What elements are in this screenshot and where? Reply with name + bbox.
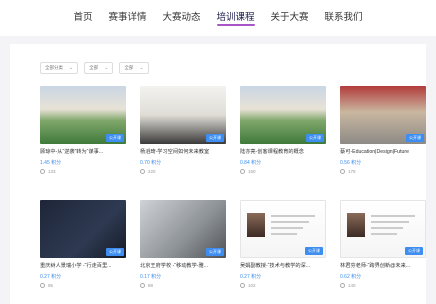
- course-card[interactable]: 公开课陆亦亮-创客课程教育的概念 0.84 积分 150: [240, 86, 326, 186]
- view-count: 140: [348, 283, 356, 288]
- course-title[interactable]: 蔡可-Education|Design|Future: [340, 148, 426, 155]
- course-meta: 178: [340, 169, 426, 174]
- course-card[interactable]: 公开课吴娟副教授-“技术与教学的深... 0.27 积分 102: [240, 200, 326, 300]
- filter-bar: 全部分类 ⌄ 全部 ⌄ 全部 ⌄: [40, 62, 149, 74]
- view-count-icon: [40, 283, 45, 288]
- classroom-photo-thumbnail[interactable]: 公开课: [40, 86, 126, 144]
- tech-photo-thumbnail[interactable]: 公开课: [140, 200, 226, 258]
- course-price: 0.70 积分: [140, 160, 162, 166]
- view-count-icon: [240, 283, 245, 288]
- view-count: 102: [248, 283, 256, 288]
- course-title[interactable]: 杨滔琦-学习空间如何未来教室: [140, 148, 226, 155]
- view-count: 95: [48, 283, 54, 288]
- course-card[interactable]: 公开课北京王府学校 -“移动教学-雅... 0.17 积分 88: [140, 200, 226, 300]
- course-card[interactable]: 公开课杨滔琦-学习空间如何未来教室 0.70 积分 220: [140, 86, 226, 186]
- portrait-icon: [347, 213, 365, 237]
- course-title[interactable]: 北京王府学校 -“移动教学-雅...: [140, 262, 226, 269]
- open-class-badge: 公开课: [406, 134, 424, 142]
- course-meta: 133: [40, 169, 126, 174]
- text-line-icon: [271, 215, 315, 217]
- portrait-card-thumbnail[interactable]: 公开课: [340, 200, 426, 258]
- portrait-icon: [247, 213, 265, 237]
- course-panel: 全部分类 ⌄ 全部 ⌄ 全部 ⌄ 公开课 顾琼中-从“逆袭”转为“谋事... 1.45 积分 1…: [10, 44, 426, 304]
- view-count: 150: [248, 169, 256, 174]
- nav-item-2[interactable]: 大赛动态: [154, 0, 208, 36]
- course-price: 0.84 积分: [240, 160, 262, 166]
- view-count-icon: [140, 169, 145, 174]
- course-title[interactable]: 吴娟副教授-“技术与教学的深...: [240, 262, 326, 269]
- nav-item-5[interactable]: 联系我们: [317, 0, 371, 36]
- course-title[interactable]: 林君芬老师-“跨界创新@未来...: [340, 262, 426, 269]
- course-card[interactable]: 公开课重庆树人景瑞小学 -“行走百里... 0.27 积分 95: [40, 200, 126, 300]
- text-line-icon: [271, 221, 309, 223]
- course-price: 0.27 积分: [240, 274, 262, 280]
- view-count-icon: [240, 169, 245, 174]
- course-card[interactable]: 公开课顾琼中-从“逆袭”转为“谋事... 1.45 积分 133: [40, 86, 126, 186]
- course-title[interactable]: 陆亦亮-创客课程教育的概念: [240, 148, 326, 155]
- course-price: 0.56 积分: [340, 160, 362, 166]
- chevron-down-icon: ⌄: [139, 65, 144, 71]
- course-meta: 95: [40, 283, 126, 288]
- view-count: 220: [148, 169, 156, 174]
- open-class-badge: 公开课: [206, 134, 224, 142]
- course-meta: 140: [340, 283, 426, 288]
- view-count-icon: [140, 283, 145, 288]
- nav-item-1[interactable]: 赛事详情: [100, 0, 154, 36]
- course-meta: 220: [140, 169, 226, 174]
- nav-item-4[interactable]: 关于大赛: [263, 0, 317, 36]
- text-line-icon: [371, 221, 409, 223]
- text-line-icon: [371, 227, 403, 229]
- nav-item-0[interactable]: 首页: [65, 0, 100, 36]
- view-count-icon: [40, 169, 45, 174]
- view-count: 88: [148, 283, 154, 288]
- course-price: 1.45 积分: [40, 160, 62, 166]
- filter-select-1[interactable]: 全部 ⌄: [84, 62, 114, 74]
- course-meta: 102: [240, 283, 326, 288]
- filter-select-0[interactable]: 全部分类 ⌄: [40, 62, 79, 74]
- classroom-photo-thumbnail[interactable]: 公开课: [240, 86, 326, 144]
- course-price: 0.27 积分: [40, 274, 62, 280]
- filter-label: 全部分类: [45, 65, 63, 70]
- filter-label: 全部: [89, 65, 99, 70]
- course-grid: 公开课 顾琼中-从“逆袭”转为“谋事... 1.45 积分 133 公开课 杨滔琦-学习空…: [40, 86, 426, 300]
- open-class-badge: 公开课: [106, 134, 124, 142]
- filter-label: 全部: [124, 65, 134, 70]
- course-title[interactable]: 重庆树人景瑞小学 -“行走百里...: [40, 262, 126, 269]
- text-line-icon: [371, 233, 397, 235]
- view-count: 178: [348, 169, 356, 174]
- view-count: 133: [48, 169, 56, 174]
- course-meta: 88: [140, 283, 226, 288]
- course-price: 0.17 积分: [140, 274, 162, 280]
- portrait-card-thumbnail[interactable]: 公开课: [240, 200, 326, 258]
- event-photo-thumbnail[interactable]: 公开课: [340, 86, 426, 144]
- view-count-icon: [340, 169, 345, 174]
- lecture-photo-thumbnail[interactable]: 公开课: [140, 86, 226, 144]
- open-class-badge: 公开课: [405, 247, 423, 255]
- open-class-badge: 公开课: [206, 248, 224, 256]
- open-class-badge: 公开课: [106, 248, 124, 256]
- chevron-down-icon: ⌄: [69, 65, 74, 71]
- text-line-icon: [371, 215, 415, 217]
- filter-select-2[interactable]: 全部 ⌄: [119, 62, 149, 74]
- chevron-down-icon: ⌄: [104, 65, 109, 71]
- text-line-icon: [271, 233, 297, 235]
- course-meta: 150: [240, 169, 326, 174]
- course-card[interactable]: 公开课蔡可-Education|Design|Future 0.56 积分 178: [340, 86, 426, 186]
- course-card[interactable]: 公开课林君芬老师-“跨界创新@未来... 0.62 积分 140: [340, 200, 426, 300]
- nav-item-3[interactable]: 培训课程: [209, 0, 263, 36]
- open-class-badge: 公开课: [305, 247, 323, 255]
- text-line-icon: [271, 227, 303, 229]
- slides-photo-thumbnail[interactable]: 公开课: [40, 200, 126, 258]
- view-count-icon: [340, 283, 345, 288]
- open-class-badge: 公开课: [306, 134, 324, 142]
- course-title[interactable]: 顾琼中-从“逆袭”转为“谋事...: [40, 148, 126, 155]
- course-price: 0.62 积分: [340, 274, 362, 280]
- top-nav: 首页 赛事详情 大赛动态 培训课程 关于大赛 联系我们: [0, 0, 436, 36]
